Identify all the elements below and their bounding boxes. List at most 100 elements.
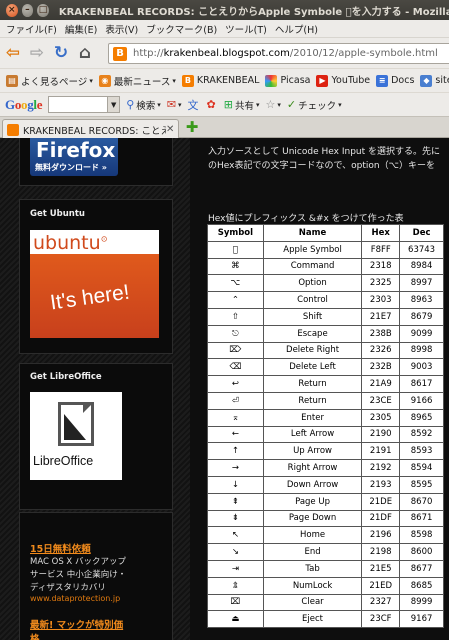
dec-cell: 8617	[399, 375, 444, 393]
hex-cell: 21ED	[361, 576, 401, 595]
symbol-cell: ⇟	[207, 509, 264, 528]
bookmark-krakenbeal[interactable]: B KRAKENBEAL	[181, 74, 259, 87]
new-tab-icon[interactable]: ✚	[184, 118, 200, 136]
hex-cell: 2326	[361, 341, 401, 360]
menu-file[interactable]: ファイル(F)	[6, 22, 57, 36]
hex-cell: 2192	[361, 459, 401, 477]
table-row: ↓ Down Arrow 2193 8595	[207, 475, 444, 494]
forward-arrow-icon[interactable]: ⇨	[26, 42, 48, 64]
back-arrow-icon[interactable]: ⇦	[2, 42, 24, 64]
tab-active[interactable]: KRAKENBEAL RECORDS: ことえり... ✕	[2, 119, 179, 139]
symbol-cell: ⇭	[207, 576, 264, 595]
libreoffice-banner[interactable]: LibreOffice	[30, 392, 122, 480]
bookmark-youtube[interactable]: ▶ YouTube	[316, 74, 370, 87]
symbol-cell: →	[207, 459, 264, 477]
dec-cell: 9003	[399, 358, 444, 377]
dec-cell: 9166	[399, 391, 444, 410]
google-search-dropdown-icon[interactable]: ▼	[108, 96, 121, 113]
bookmark-docs[interactable]: ≡ Docs	[376, 74, 414, 87]
firefox-download-badge[interactable]: Firefox 無料ダウンロード »	[30, 138, 118, 176]
name-cell: Page Up	[262, 492, 363, 511]
hex-cell: 23CF	[361, 610, 401, 629]
ad-title-continued[interactable]: 格	[30, 631, 40, 640]
url-bar[interactable]: B http://krakenbeal.blogspot.com/2010/12…	[108, 43, 449, 64]
hex-cell: 238B	[361, 324, 401, 343]
menu-edit[interactable]: 編集(E)	[65, 22, 97, 36]
dec-cell: 8595	[399, 475, 444, 494]
minimize-window-icon[interactable]: –	[21, 3, 34, 17]
hex-cell: 2190	[361, 425, 401, 444]
name-cell: Enter	[262, 408, 363, 427]
maximize-window-icon[interactable]: □	[37, 3, 49, 17]
table-row: ⇭ NumLock 21ED 8685	[207, 576, 444, 595]
google-logo: Google	[5, 96, 43, 112]
dec-cell: 9167	[399, 610, 444, 629]
symbol-cell: ↩	[207, 375, 264, 393]
gmail-button[interactable]: ✉ ▾	[167, 98, 182, 111]
check-button[interactable]: ✓ チェック ▾	[287, 98, 342, 112]
dec-cell: 8670	[399, 492, 444, 511]
name-cell: Home	[262, 526, 363, 545]
gmail-icon: ✉	[166, 98, 177, 111]
hex-cell: 23CE	[361, 391, 401, 410]
bookmark-most-visited[interactable]: ▤ よく見るページ ▾	[6, 74, 93, 88]
widget-firefox: Firefox 無料ダウンロード »	[19, 138, 173, 186]
symbol-cell: ⏎	[207, 391, 264, 410]
symbol-cell: ⌥	[207, 274, 264, 293]
column-header-name: Name	[262, 224, 363, 242]
bookmarks-toolbar: ▤ よく見るページ ▾ ◉ 最新ニュース ▾ B KRAKENBEAL Picasa ▶ Y…	[0, 68, 449, 92]
dec-cell: 8965	[399, 408, 444, 427]
tab-close-icon[interactable]: ✕	[166, 124, 174, 135]
search-icon: ⚲	[126, 98, 135, 111]
table-row: ⇟ Page Down 21DF 8671	[207, 509, 444, 528]
table-row: ⌧ Clear 2327 8999	[207, 593, 444, 612]
menu-help[interactable]: ヘルプ(H)	[275, 22, 318, 36]
dec-cell: 8999	[399, 593, 444, 612]
libreoffice-document-icon	[58, 402, 94, 446]
table-row: Apple SymbolF8FF63743	[207, 240, 444, 259]
symbol-cell: ⇥	[207, 559, 264, 578]
ad-title[interactable]: 15日無料依頼	[30, 541, 91, 555]
menu-view[interactable]: 表示(V)	[105, 22, 138, 36]
translate-icon: 文	[187, 98, 199, 112]
close-window-icon[interactable]: ×	[6, 3, 18, 17]
hex-cell: 2318	[361, 257, 401, 276]
symbol-cell: ⌘	[207, 257, 264, 276]
symbol-cell: ↑	[207, 442, 264, 461]
firefox-badge-title: Firefox	[36, 138, 116, 162]
hex-cell: 2193	[361, 475, 401, 494]
home-icon[interactable]: ⌂	[74, 42, 96, 64]
intro-text: のHex表記での文字コードなので、option（⌥）キーを	[208, 161, 435, 171]
name-cell: Shift	[262, 307, 363, 326]
main-column: 入力ソースとして Unicode Hex Input を選択する。先に のHex…	[200, 138, 449, 640]
name-cell: Up Arrow	[262, 442, 363, 461]
bookmark-picasa[interactable]: Picasa	[265, 74, 310, 87]
translate-button[interactable]: 文	[188, 97, 201, 113]
table-row: ⌅ Enter 2305 8965	[207, 408, 444, 427]
name-cell: NumLock	[262, 576, 363, 595]
ad-url[interactable]: www.dataprotection.jp	[30, 594, 120, 603]
google-toolbar: Google ▼ ⚲ 検索 ▾ ✉ ▾ 文 ✿ ⊞ 共有 ▾ ☆ ▾ ✓ チェック ▾	[0, 92, 449, 116]
reload-icon[interactable]: ↻	[50, 42, 72, 64]
menu-bookmarks[interactable]: ブックマーク(B)	[146, 22, 217, 36]
symbol-cell: ↘	[207, 543, 264, 561]
bookmark-site[interactable]: ◆site	[420, 74, 449, 87]
share-button[interactable]: ⊞ 共有 ▾	[224, 98, 260, 112]
picasa-button[interactable]: ✿	[207, 98, 218, 111]
dec-cell: 63743	[399, 240, 444, 259]
menu-tools[interactable]: ツール(T)	[225, 22, 267, 36]
hex-cell: 2198	[361, 543, 401, 561]
dec-cell: 8600	[399, 543, 444, 561]
sites-icon: ◆	[420, 74, 433, 87]
bookmark-star-button[interactable]: ☆ ▾	[266, 98, 281, 111]
dec-cell: 8671	[399, 509, 444, 528]
blogger-tab-icon	[7, 123, 19, 136]
bookmark-latest-news[interactable]: ◉ 最新ニュース ▾	[98, 74, 176, 88]
widget-ads: 15日無料依頼 MAC OS X バックアップ サービス 中小企業向け・ ディザ…	[19, 512, 173, 640]
symbol-cell: 	[207, 240, 264, 259]
ubuntu-banner[interactable]: ubuntu⊙ It's here!	[30, 230, 159, 338]
ad-title[interactable]: 最新! マックが特別価	[30, 617, 123, 631]
name-cell: Option	[262, 274, 363, 293]
google-search-button[interactable]: ⚲ 検索 ▾	[126, 98, 161, 112]
google-search-input[interactable]	[48, 96, 109, 113]
